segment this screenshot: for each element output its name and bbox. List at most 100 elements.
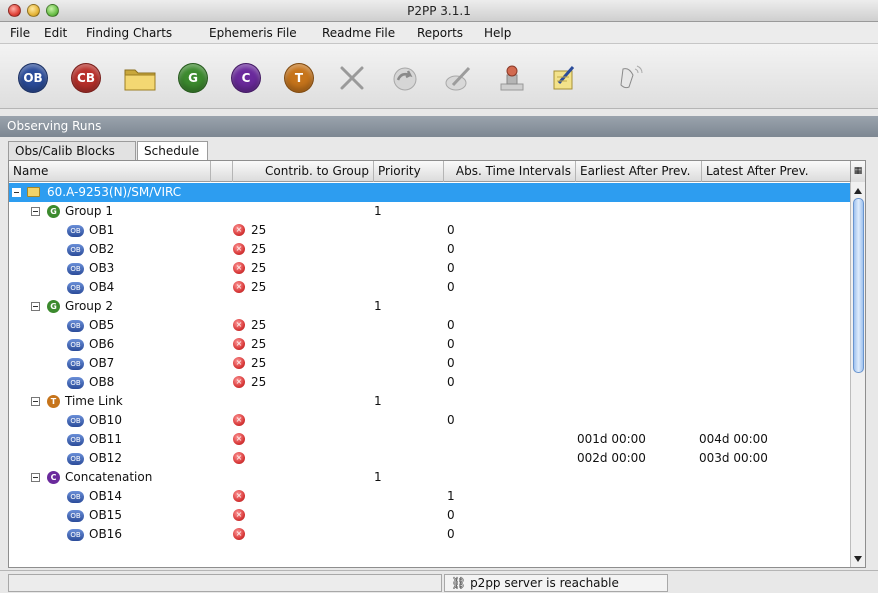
abs-time-cell: 1 xyxy=(447,489,455,503)
error-icon: × xyxy=(233,338,245,350)
menu-reports[interactable]: Reports xyxy=(417,26,463,40)
group-label: Group 2 xyxy=(65,299,113,313)
scroll-up-icon[interactable] xyxy=(854,188,862,194)
concatenation-icon: C xyxy=(47,471,60,484)
group-row[interactable]: C Concatenation 1 xyxy=(9,468,851,487)
ob-icon: OB xyxy=(67,358,84,370)
ob-label: OB5 xyxy=(89,318,115,332)
abs-time-cell: 0 xyxy=(447,280,455,294)
time-link-icon: T xyxy=(284,63,314,93)
cb-icon: CB xyxy=(71,63,101,93)
abs-time-cell: 0 xyxy=(447,337,455,351)
column-header-row: Name Contrib. to Group Priority Abs. Tim… xyxy=(9,161,865,182)
redo-button[interactable] xyxy=(388,61,422,95)
status-bar: ⛓ p2pp server is reachable xyxy=(0,570,878,593)
abs-time-cell: 0 xyxy=(447,508,455,522)
ob-row[interactable]: OB OB5 × 25 0 xyxy=(9,316,851,335)
ob-row[interactable]: OB OB12 × 002d 00:00 003d 00:00 xyxy=(9,449,851,468)
redo-arrow-icon xyxy=(393,67,417,91)
contrib-cell: 25 xyxy=(251,318,267,332)
ob-icon: OB xyxy=(67,282,84,294)
stamp-icon xyxy=(500,65,524,91)
group-label: Group 1 xyxy=(65,204,113,218)
run-row[interactable]: 60.A-9253(N)/SM/VIRC xyxy=(9,183,851,202)
connect-button[interactable] xyxy=(612,61,646,95)
column-chooser-icon[interactable]: ▦ xyxy=(850,161,865,182)
col-status[interactable] xyxy=(211,161,233,182)
server-status: ⛓ p2pp server is reachable xyxy=(444,574,668,592)
error-icon: × xyxy=(233,490,245,502)
edit-notes-button[interactable] xyxy=(547,61,581,95)
col-latest-after-prev[interactable]: Latest After Prev. xyxy=(702,161,851,182)
ob-row[interactable]: OB OB11 × 001d 00:00 004d 00:00 xyxy=(9,430,851,449)
collapse-icon[interactable] xyxy=(31,473,40,482)
ob-label: OB15 xyxy=(89,508,122,522)
menu-help[interactable]: Help xyxy=(484,26,511,40)
ob-row[interactable]: OB OB16 × 0 xyxy=(9,525,851,544)
server-status-text: p2pp server is reachable xyxy=(470,576,619,590)
ob-row[interactable]: OB OB7 × 25 0 xyxy=(9,354,851,373)
contrib-cell: 25 xyxy=(251,223,267,237)
col-earliest-after-prev[interactable]: Earliest After Prev. xyxy=(576,161,702,182)
status-left-panel xyxy=(8,574,442,592)
group-row[interactable]: G Group 1 1 xyxy=(9,202,851,221)
tab-schedule[interactable]: Schedule xyxy=(137,141,208,160)
new-group-button[interactable]: G xyxy=(176,61,210,95)
contrib-cell: 25 xyxy=(251,337,267,351)
certify-button[interactable] xyxy=(494,61,528,95)
new-time-link-button[interactable]: T xyxy=(282,61,316,95)
run-label: 60.A-9253(N)/SM/VIRC xyxy=(47,185,182,199)
delete-x-icon xyxy=(340,66,364,90)
collapse-icon[interactable] xyxy=(31,207,40,216)
menu-readme-file[interactable]: Readme File xyxy=(322,26,395,40)
collapse-icon[interactable] xyxy=(12,188,21,197)
latest-cell: 003d 00:00 xyxy=(699,451,768,465)
ob-row[interactable]: OB OB10 × 0 xyxy=(9,411,851,430)
menu-finding-charts[interactable]: Finding Charts xyxy=(86,26,172,40)
scrollbar-thumb[interactable] xyxy=(853,198,864,373)
group-icon: G xyxy=(47,205,60,218)
menu-file[interactable]: File xyxy=(10,26,30,40)
col-priority[interactable]: Priority xyxy=(374,161,444,182)
check-button[interactable] xyxy=(441,61,475,95)
ob-row[interactable]: OB OB15 × 0 xyxy=(9,506,851,525)
ob-row[interactable]: OB OB8 × 25 0 xyxy=(9,373,851,392)
ob-label: OB12 xyxy=(89,451,122,465)
error-icon: × xyxy=(233,376,245,388)
error-icon: × xyxy=(233,414,245,426)
ob-row[interactable]: OB OB1 × 25 0 xyxy=(9,221,851,240)
tab-obs-calib-blocks[interactable]: Obs/Calib Blocks xyxy=(8,141,136,160)
abs-time-cell: 0 xyxy=(447,375,455,389)
col-abs-time-intervals[interactable]: Abs. Time Intervals xyxy=(444,161,576,182)
new-ob-button[interactable]: OB xyxy=(16,61,50,95)
new-folder-button[interactable] xyxy=(123,61,157,95)
collapse-icon[interactable] xyxy=(31,302,40,311)
ob-icon: OB xyxy=(67,244,84,256)
ob-label: OB16 xyxy=(89,527,122,541)
schedule-tree-table: Name Contrib. to Group Priority Abs. Tim… xyxy=(8,160,866,568)
scroll-down-icon[interactable] xyxy=(854,556,862,562)
ob-row[interactable]: OB OB14 × 1 xyxy=(9,487,851,506)
error-icon: × xyxy=(233,281,245,293)
new-cb-button[interactable]: CB xyxy=(69,61,103,95)
contrib-cell: 25 xyxy=(251,280,267,294)
delete-button[interactable] xyxy=(335,61,369,95)
menu-edit[interactable]: Edit xyxy=(44,26,67,40)
ob-row[interactable]: OB OB2 × 25 0 xyxy=(9,240,851,259)
ob-row[interactable]: OB OB6 × 25 0 xyxy=(9,335,851,354)
new-concatenation-button[interactable]: C xyxy=(229,61,263,95)
title-bar: P2PP 3.1.1 xyxy=(0,0,878,22)
col-contrib-to-group[interactable]: Contrib. to Group xyxy=(233,161,374,182)
latest-cell: 004d 00:00 xyxy=(699,432,768,446)
group-row[interactable]: G Group 2 1 xyxy=(9,297,851,316)
col-name[interactable]: Name xyxy=(9,161,211,182)
menu-ephemeris-file[interactable]: Ephemeris File xyxy=(209,26,297,40)
group-row[interactable]: T Time Link 1 xyxy=(9,392,851,411)
ob-row[interactable]: OB OB4 × 25 0 xyxy=(9,278,851,297)
ob-label: OB3 xyxy=(89,261,115,275)
collapse-icon[interactable] xyxy=(31,397,40,406)
ob-row[interactable]: OB OB3 × 25 0 xyxy=(9,259,851,278)
vertical-scrollbar[interactable] xyxy=(850,182,865,567)
group-label: Time Link xyxy=(65,394,123,408)
error-icon: × xyxy=(233,433,245,445)
